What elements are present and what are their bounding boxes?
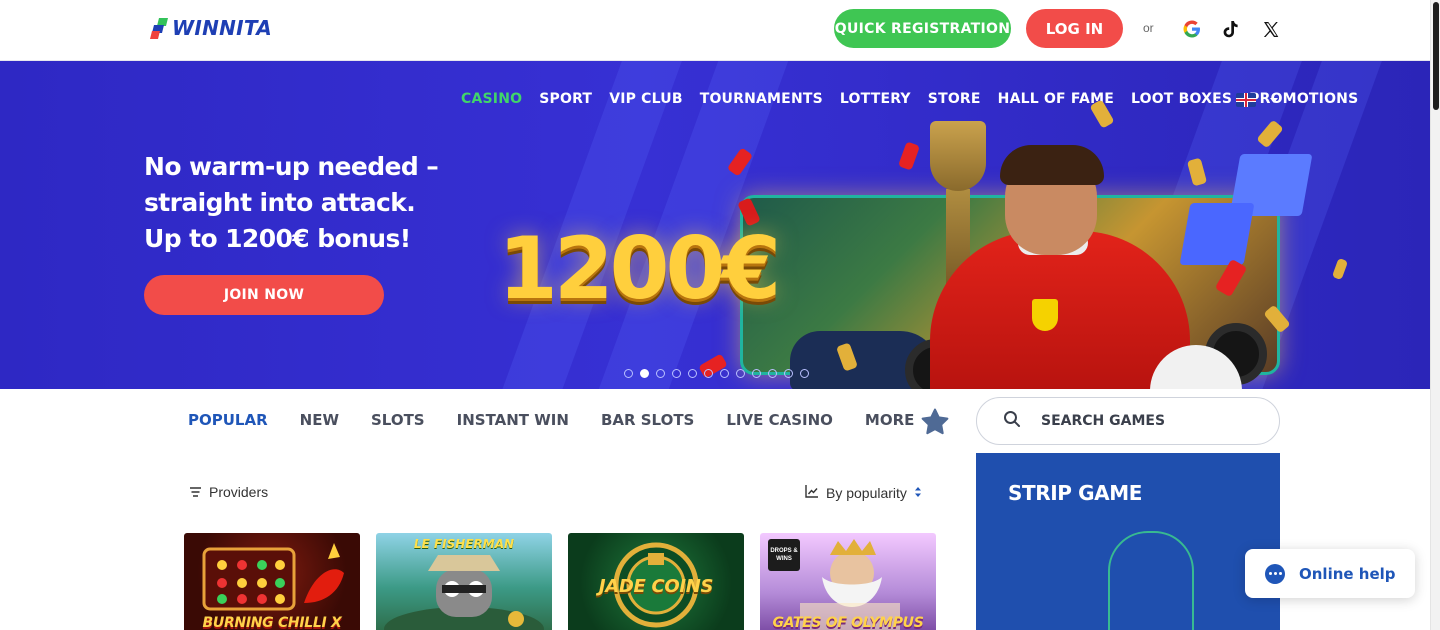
scrollbar-thumb[interactable] [1433,2,1439,110]
nav-item-casino[interactable]: CASINO [461,91,522,107]
sort-label: By popularity [826,484,907,501]
carousel-dot[interactable] [672,369,681,378]
game-logo-text: LE FISHERMAN [413,537,515,551]
sort-arrows-icon [914,485,922,501]
tab-instant-win[interactable]: INSTANT WIN [457,411,569,429]
search-games[interactable] [976,397,1280,445]
tab-more-label: MORE [864,411,915,429]
game-title: JADE COINS [598,576,714,597]
logo[interactable]: WINNITA [150,16,272,40]
logo-mark-icon [150,17,168,39]
favorites-star-icon[interactable] [920,406,950,436]
carousel-dot[interactable] [624,369,633,378]
tab-live-casino[interactable]: LIVE CASINO [726,411,833,429]
game-tile[interactable]: BURNING CHILLI X [184,533,360,630]
page-scrollbar[interactable] [1430,0,1440,630]
hero-art-cube [1179,203,1255,265]
carousel-dot[interactable] [784,369,793,378]
online-help-button[interactable]: Online help [1245,549,1415,598]
hero-art-team-badge [1032,299,1058,331]
login-button[interactable]: LOG IN [1026,9,1123,48]
strip-game-card[interactable]: STRIP GAME [976,453,1280,630]
page: WINNITA QUICK REGISTRATION LOG IN or CAS… [0,0,1440,630]
hero-art-confetti [897,141,921,171]
nav-item-lottery[interactable]: LOTTERY [840,91,911,107]
hero-headline-line: Up to 1200€ bonus! [144,224,411,253]
hero-bonus-amount: 1200€ [498,219,781,319]
carousel-dot[interactable] [736,369,745,378]
join-now-button[interactable]: JOIN NOW [144,275,384,315]
carousel-dot[interactable] [800,369,809,378]
game-title: GATES OF OLYMPUS [772,615,924,630]
providers-label: Providers [209,484,269,500]
search-input[interactable] [1041,413,1251,429]
nav-item-tournaments[interactable]: TOURNAMENTS [700,91,823,107]
hero-headline-line: No warm-up needed – [144,152,439,181]
google-icon[interactable] [1181,18,1203,40]
hero-art-confetti [1331,257,1349,281]
drops-wins-badge: DROPS & WINS [768,539,800,571]
tab-new[interactable]: NEW [300,411,339,429]
carousel-dots [624,369,809,378]
hero-banner[interactable]: CASINO SPORT VIP CLUB TOURNAMENTS LOTTER… [0,61,1430,389]
carousel-dot[interactable] [656,369,665,378]
carousel-dot[interactable] [688,369,697,378]
trophy-icon [930,121,986,191]
providers-filter[interactable]: Providers [190,484,268,500]
game-category-tabs: POPULAR NEW SLOTS INSTANT WIN BAR SLOTS … [188,411,962,429]
main-nav: CASINO SPORT VIP CLUB TOURNAMENTS LOTTER… [461,91,1358,107]
nav-item-loot-boxes[interactable]: LOOT BOXES [1131,91,1232,107]
x-icon[interactable] [1260,18,1282,40]
carousel-dot-active[interactable] [640,369,649,378]
search-icon [1003,410,1021,433]
chat-bubble-icon [1265,563,1285,584]
sort-selector[interactable]: By popularity [805,484,922,501]
nav-item-sport[interactable]: SPORT [539,91,592,107]
tab-bar-slots[interactable]: BAR SLOTS [601,411,694,429]
hero-headline-line: straight into attack. [144,188,416,217]
tiktok-icon[interactable] [1220,18,1242,40]
top-header: WINNITA QUICK REGISTRATION LOG IN or [0,0,1430,61]
carousel-dot[interactable] [768,369,777,378]
tab-slots[interactable]: SLOTS [371,411,425,429]
nav-item-store[interactable]: STORE [928,91,981,107]
uk-flag-icon [1236,93,1256,107]
quick-registration-button[interactable]: QUICK REGISTRATION [834,9,1011,48]
language-selector[interactable] [1236,93,1278,107]
carousel-dot[interactable] [720,369,729,378]
logo-text: WINNITA [172,16,273,40]
filter-lines-icon [190,484,201,500]
nav-item-vip-club[interactable]: VIP CLUB [609,91,683,107]
strip-game-art [1108,531,1194,630]
game-title: BURNING CHILLI X [202,615,342,630]
game-tile[interactable]: LE FISHERMAN [376,533,552,630]
strip-game-title: STRIP GAME [1008,481,1142,505]
carousel-dot[interactable] [752,369,761,378]
trend-chart-icon [805,484,819,501]
game-tile[interactable]: JADE COINS [568,533,744,630]
tab-popular[interactable]: POPULAR [188,411,268,429]
or-separator: or [1143,21,1154,35]
online-help-label: Online help [1299,564,1396,583]
hero-headline: No warm-up needed – straight into attack… [144,149,444,257]
game-tile[interactable]: DROPS & WINS GATES OF OLYMPUS [760,533,936,630]
chevron-down-icon [1270,97,1278,103]
hero-art-driver-hair [1000,145,1104,185]
carousel-dot[interactable] [704,369,713,378]
